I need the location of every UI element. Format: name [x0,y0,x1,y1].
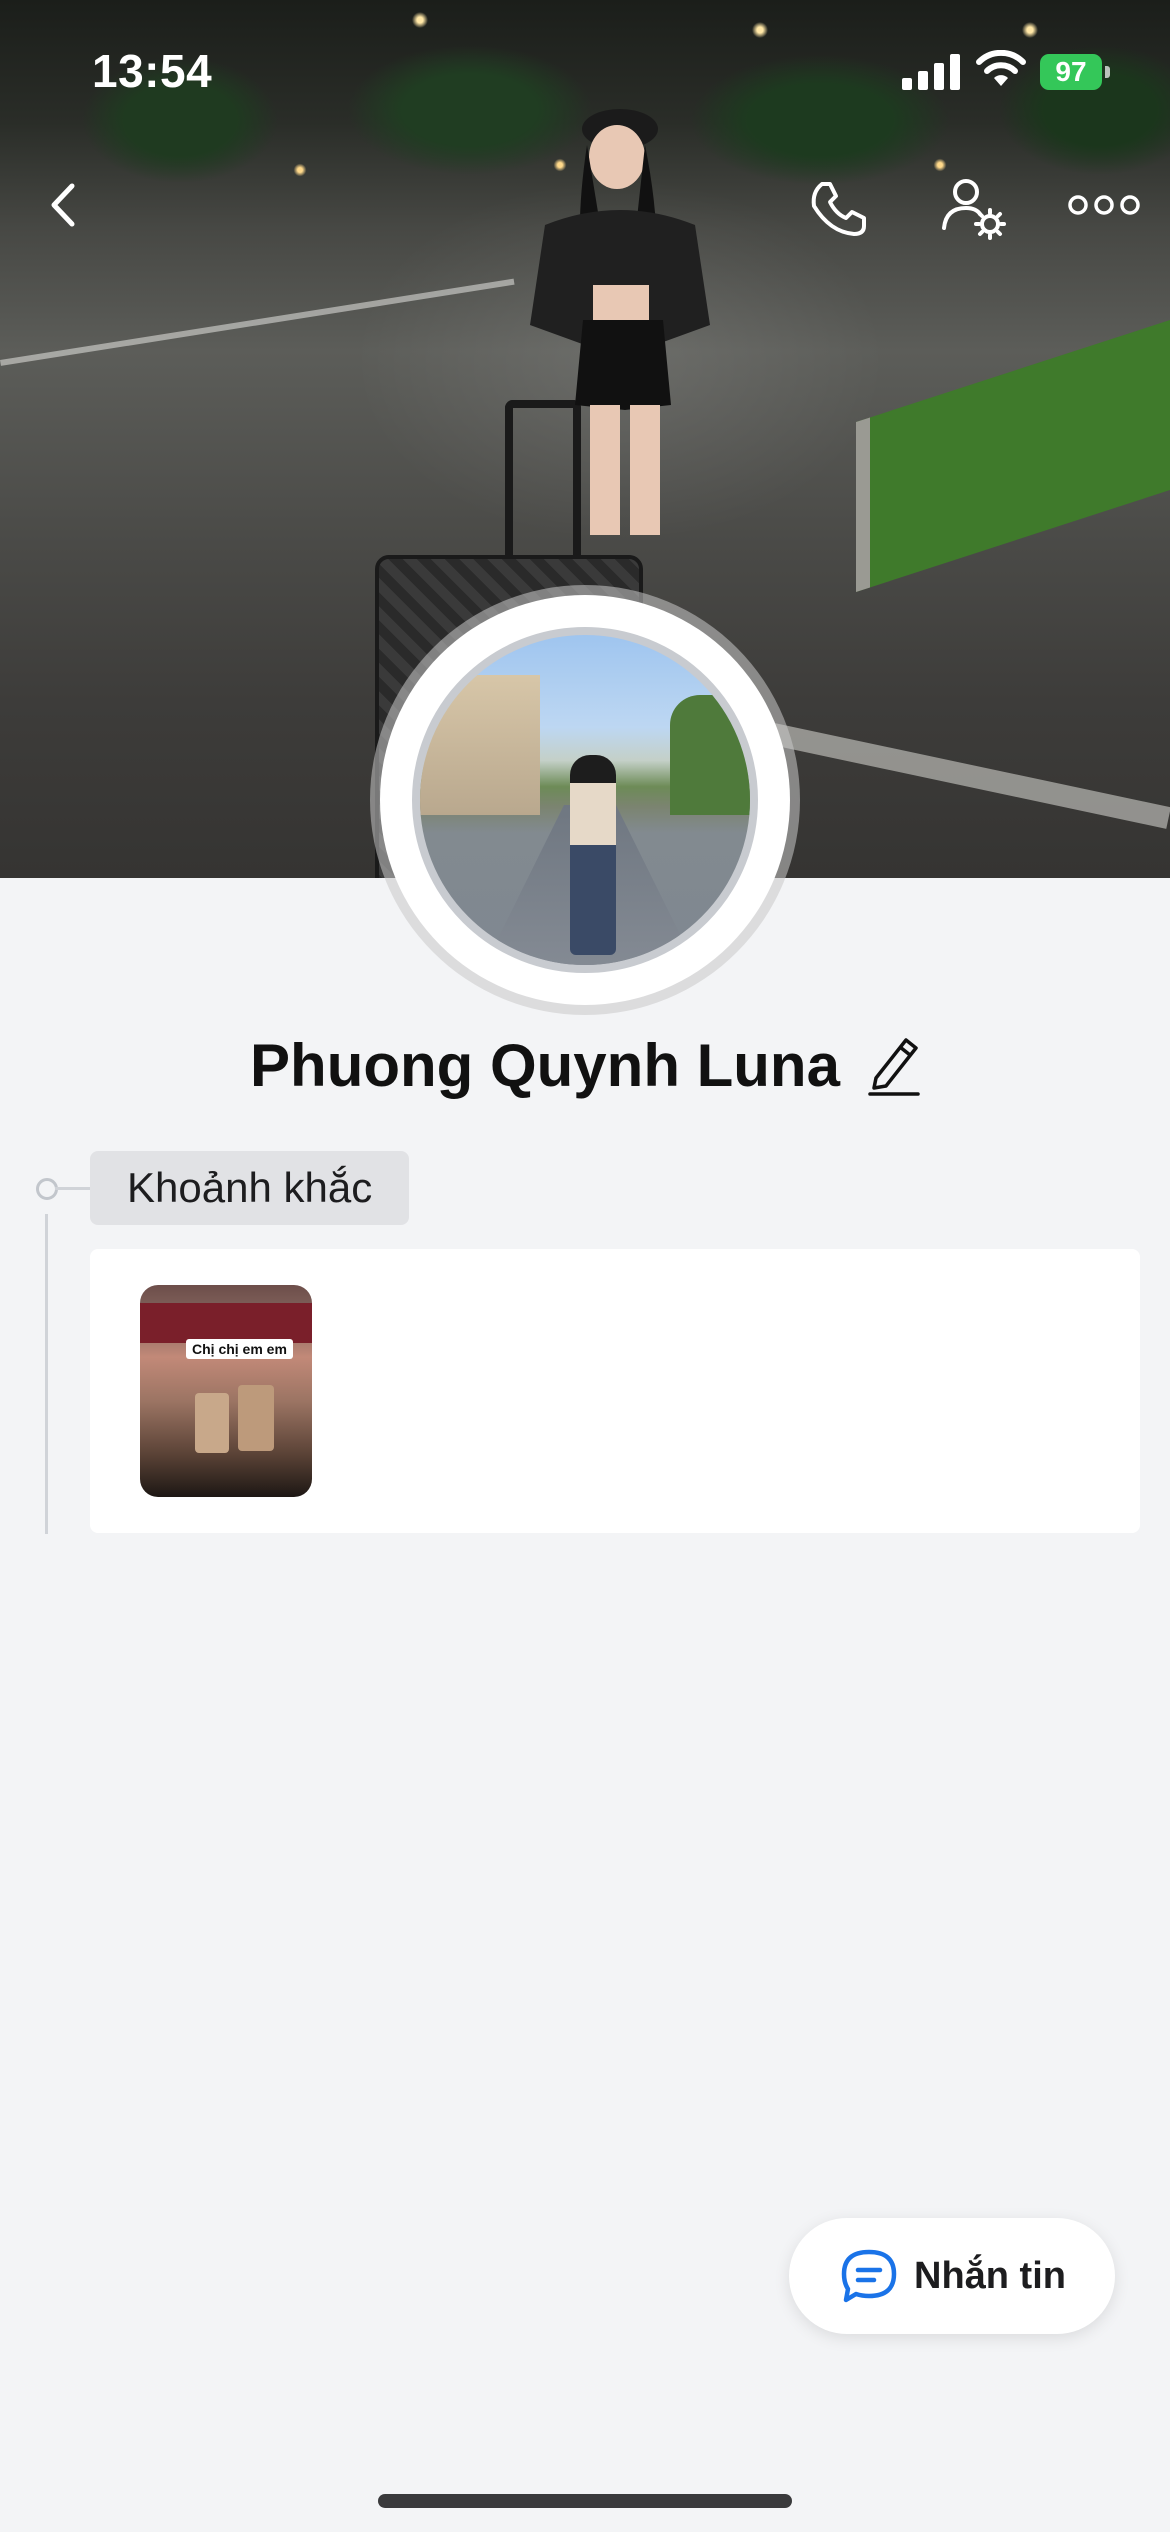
moment-thumbnail[interactable]: Chị chị em em [140,1285,312,1497]
cover-lawn [856,320,1170,593]
moment-caption: Chị chị em em [186,1339,293,1359]
timeline-line [45,1214,48,1534]
avatar-trees-right [670,695,750,815]
status-bar: 13:54 97 [0,0,1170,150]
send-message-label: Nhắn tin [914,2254,1066,2297]
wifi-icon [976,50,1026,86]
battery-charging-icon: 97 [1040,54,1110,90]
moment-cup [195,1393,229,1453]
send-message-button[interactable]: Nhắn tin [789,2218,1115,2334]
cover-crosswalk-line [755,720,1170,829]
more-horizontal-icon[interactable] [1068,190,1140,220]
avatar[interactable] [412,627,758,973]
moment-cup [238,1385,274,1451]
phone-icon[interactable] [808,178,868,238]
profile-name: Phuong Quynh Luna [250,1031,840,1099]
chat-bubble-icon [841,2249,897,2303]
status-time: 13:54 [92,45,213,97]
home-indicator[interactable] [378,2494,792,2508]
moment-shop-sign [140,1303,312,1343]
battery-level: 97 [1055,56,1087,87]
cellular-signal-icon [902,54,960,90]
avatar-building-left [420,675,540,815]
chevron-left-icon[interactable] [40,180,90,230]
moments-label: Khoảnh khắc [90,1151,410,1225]
avatar-figure [570,755,616,955]
cover-lane-marking [0,278,515,366]
timeline-connector [55,1187,90,1190]
edit-pencil-icon[interactable] [868,1034,920,1096]
friend-settings-icon[interactable] [940,176,1010,242]
cover-person [530,109,710,535]
profile-name-row: Phuong Quynh Luna [0,1025,1170,1105]
